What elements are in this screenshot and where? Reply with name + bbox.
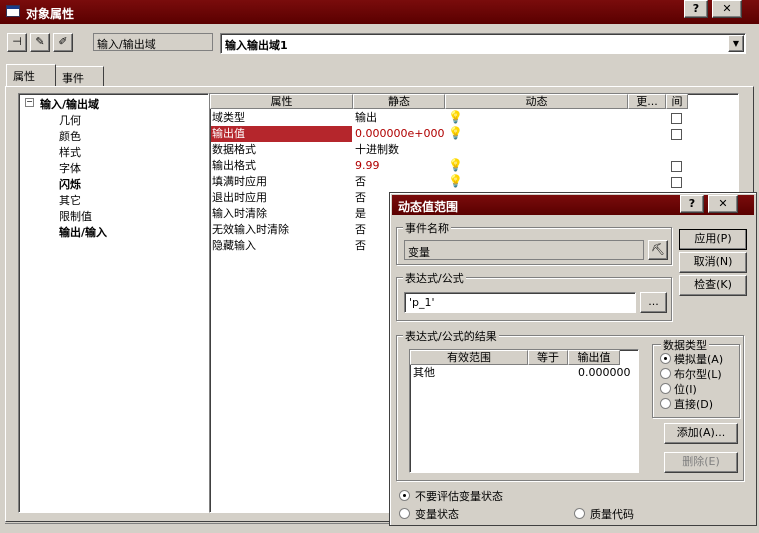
col-header-indirect[interactable]: 间 bbox=[666, 94, 688, 109]
pin-icon[interactable]: ⊣ bbox=[7, 33, 27, 52]
window-app-icon bbox=[6, 5, 20, 17]
tree-item-font[interactable]: 字体 bbox=[59, 160, 81, 176]
radio-tag-status[interactable] bbox=[399, 508, 410, 519]
row-static[interactable]: 0.000000e+000 bbox=[355, 126, 444, 142]
dialog-close-button[interactable]: ✕ bbox=[708, 195, 738, 213]
cancel-button[interactable]: 取消(N) bbox=[679, 252, 747, 273]
row-property[interactable]: 输出格式 bbox=[212, 158, 256, 174]
collapse-icon[interactable]: − bbox=[25, 98, 34, 107]
check-button[interactable]: 检查(K) bbox=[679, 275, 747, 296]
radio-boolean[interactable] bbox=[660, 368, 671, 379]
expression-label: 表达式/公式 bbox=[403, 270, 466, 286]
row-property[interactable]: 数据格式 bbox=[212, 142, 256, 158]
tree-item-other[interactable]: 其它 bbox=[59, 192, 81, 208]
bulb-icon[interactable]: 💡 bbox=[448, 174, 463, 190]
dialog-title-bar: 动态值范围 ? ✕ bbox=[392, 195, 754, 215]
row-static[interactable]: 是 bbox=[355, 206, 366, 222]
col-header-property[interactable]: 属性 bbox=[210, 94, 353, 109]
radio-bit[interactable] bbox=[660, 383, 671, 394]
radio-direct-label[interactable]: 直接(D) bbox=[674, 396, 713, 412]
result-col-range[interactable]: 有效范围 bbox=[410, 350, 528, 365]
select-tag-icon[interactable]: ⛏ bbox=[648, 240, 668, 260]
tree-item-flashing[interactable]: 闪烁 bbox=[59, 176, 81, 192]
result-col-equals[interactable]: 等于 bbox=[528, 350, 568, 365]
row-static[interactable]: 否 bbox=[355, 238, 366, 254]
dropper-paste-icon[interactable]: ✐ bbox=[53, 33, 73, 52]
property-tree[interactable]: − 输入/输出域 几何 颜色 样式 字体 闪烁 其它 限制值 输出/输入 bbox=[18, 93, 209, 513]
tree-item-colors[interactable]: 颜色 bbox=[59, 128, 81, 144]
row-static[interactable]: 输出 bbox=[355, 110, 377, 126]
object-name-value: 输入输出域1 bbox=[225, 39, 288, 52]
dialog-help-button[interactable]: ? bbox=[680, 195, 704, 213]
tree-item-limits[interactable]: 限制值 bbox=[59, 208, 92, 224]
radio-analog[interactable] bbox=[660, 353, 671, 364]
event-name-label: 事件名称 bbox=[403, 220, 451, 236]
indirect-checkbox[interactable] bbox=[671, 161, 682, 172]
indirect-checkbox[interactable] bbox=[671, 177, 682, 188]
row-property[interactable]: 输入时清除 bbox=[212, 206, 267, 222]
radio-no-eval[interactable] bbox=[399, 490, 410, 501]
indirect-checkbox[interactable] bbox=[671, 129, 682, 140]
col-header-update[interactable]: 更... bbox=[628, 94, 666, 109]
result-table[interactable]: 有效范围 等于 输出值 其他 0.000000 bbox=[409, 349, 639, 473]
row-static[interactable]: 十进制数 bbox=[355, 142, 399, 158]
row-static[interactable]: 否 bbox=[355, 174, 366, 190]
radio-direct[interactable] bbox=[660, 398, 671, 409]
bulb-icon[interactable]: 💡 bbox=[448, 110, 463, 126]
object-type-field: 输入/输出域 bbox=[93, 33, 213, 51]
dialog-title: 动态值范围 bbox=[398, 200, 459, 214]
row-property-selected[interactable]: 输出值 bbox=[211, 126, 352, 142]
tree-item-output-input[interactable]: 输出/输入 bbox=[59, 224, 107, 240]
radio-quality-code[interactable] bbox=[574, 508, 585, 519]
help-button[interactable]: ? bbox=[684, 0, 708, 18]
row-property[interactable]: 填满时应用 bbox=[212, 174, 267, 190]
dynamic-value-range-dialog: 动态值范围 ? ✕ 事件名称 变量 ⛏ 表达式/公式 'p_1' ... 表达式… bbox=[389, 192, 757, 526]
bulb-icon[interactable]: 💡 bbox=[448, 158, 463, 174]
window-title-bar: 对象属性 ? ✕ bbox=[0, 0, 759, 24]
radio-analog-label[interactable]: 模拟量(A) bbox=[674, 351, 723, 367]
bulb-icon[interactable]: 💡 bbox=[448, 126, 463, 142]
radio-quality-code-label[interactable]: 质量代码 bbox=[590, 506, 634, 522]
object-name-combo[interactable]: 输入输出域1 ▼ bbox=[220, 33, 746, 54]
tab-events[interactable]: 事件 bbox=[56, 66, 104, 86]
result-row-output[interactable]: 0.000000 bbox=[578, 365, 631, 381]
radio-bit-label[interactable]: 位(I) bbox=[674, 381, 697, 397]
col-header-static[interactable]: 静态 bbox=[353, 94, 445, 109]
row-property[interactable]: 域类型 bbox=[212, 110, 245, 126]
radio-boolean-label[interactable]: 布尔型(L) bbox=[674, 366, 722, 382]
tab-properties[interactable]: 属性 bbox=[6, 64, 56, 86]
delete-button[interactable]: 删除(E) bbox=[664, 452, 738, 473]
tree-item-style[interactable]: 样式 bbox=[59, 144, 81, 160]
result-group: 表达式/公式的结果 有效范围 等于 输出值 其他 0.000000 数据类型 模… bbox=[396, 328, 744, 481]
result-col-output[interactable]: 输出值 bbox=[568, 350, 620, 365]
row-property[interactable]: 退出时应用 bbox=[212, 190, 267, 206]
dropper-copy-icon[interactable]: ✎ bbox=[30, 33, 50, 52]
expression-browse-button[interactable]: ... bbox=[640, 292, 667, 313]
row-property[interactable]: 无效输入时清除 bbox=[212, 222, 289, 238]
row-property[interactable]: 隐藏输入 bbox=[212, 238, 256, 254]
row-static[interactable]: 否 bbox=[355, 222, 366, 238]
tree-root[interactable]: 输入/输出域 bbox=[40, 96, 99, 112]
result-label: 表达式/公式的结果 bbox=[403, 328, 499, 344]
apply-button[interactable]: 应用(P) bbox=[679, 229, 747, 250]
col-header-dynamic[interactable]: 动态 bbox=[445, 94, 628, 109]
expression-input[interactable]: 'p_1' bbox=[404, 292, 636, 313]
radio-no-eval-label[interactable]: 不要评估变量状态 bbox=[415, 488, 503, 504]
add-button[interactable]: 添加(A)... bbox=[664, 423, 738, 444]
radio-tag-status-label[interactable]: 变量状态 bbox=[415, 506, 459, 522]
row-static[interactable]: 否 bbox=[355, 190, 366, 206]
data-type-group: 数据类型 模拟量(A) 布尔型(L) 位(I) 直接(D) bbox=[652, 337, 740, 418]
result-row-range[interactable]: 其他 bbox=[413, 365, 435, 381]
close-button[interactable]: ✕ bbox=[712, 0, 742, 18]
event-name-field: 变量 bbox=[404, 240, 644, 260]
indirect-checkbox[interactable] bbox=[671, 113, 682, 124]
chevron-down-icon[interactable]: ▼ bbox=[728, 35, 744, 52]
event-name-group: 事件名称 变量 ⛏ bbox=[396, 220, 672, 265]
row-static[interactable]: 9.99 bbox=[355, 158, 380, 174]
expression-group: 表达式/公式 'p_1' ... bbox=[396, 270, 672, 321]
window-title: 对象属性 bbox=[26, 7, 75, 21]
tree-item-geometry[interactable]: 几何 bbox=[59, 112, 81, 128]
